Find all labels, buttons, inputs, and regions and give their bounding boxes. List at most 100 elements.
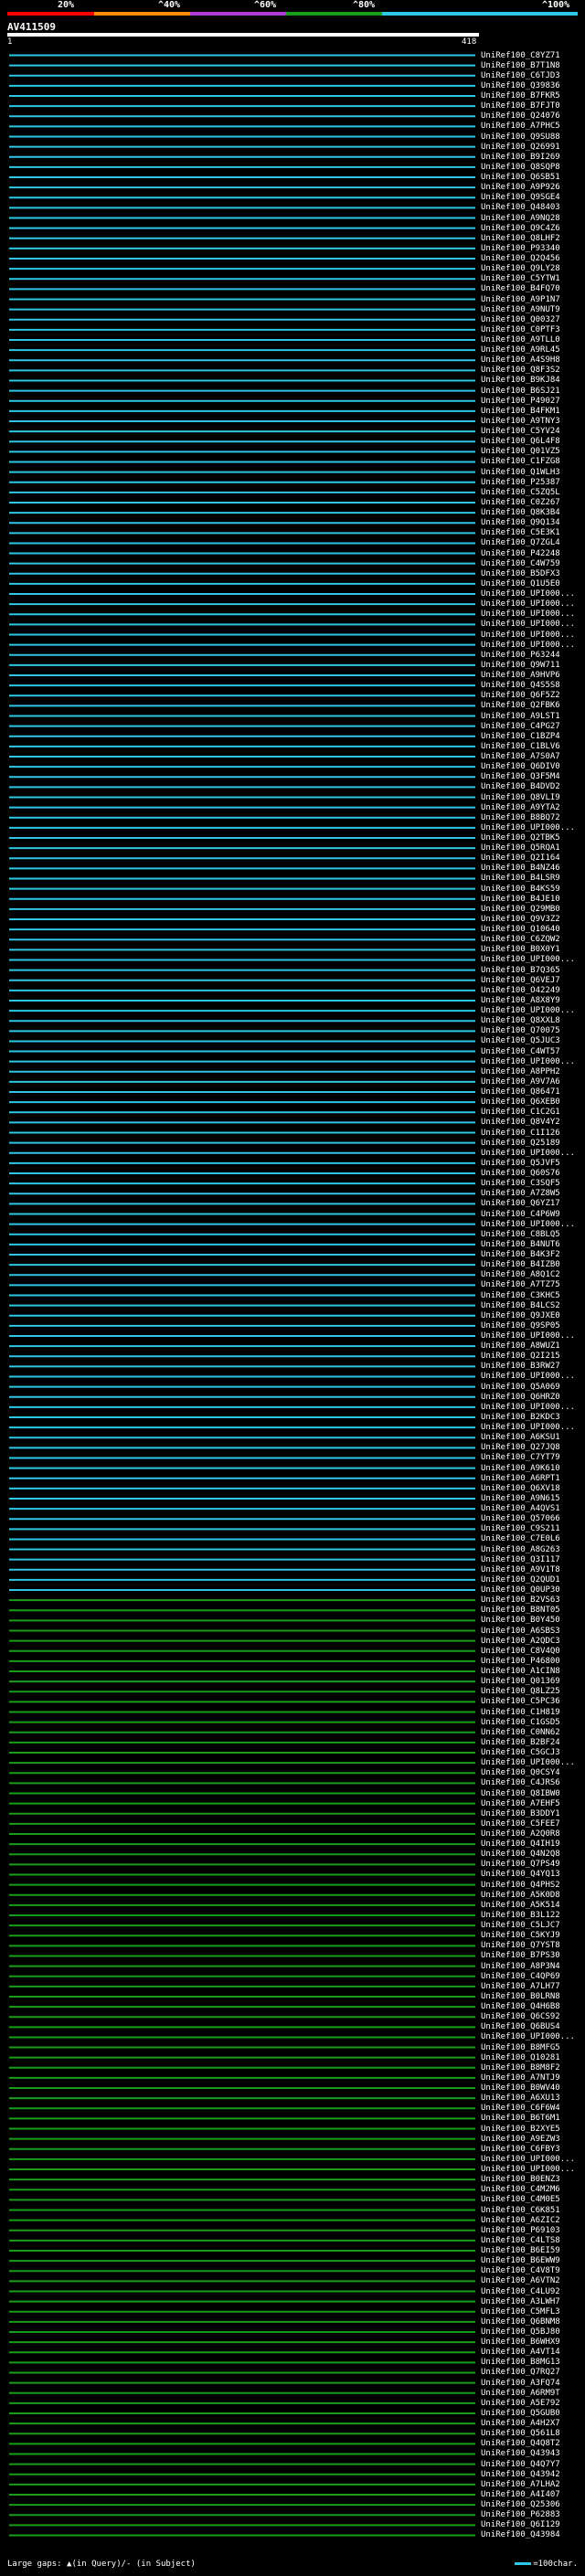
hit-label[interactable]: UniRef100_Q26991 <box>481 143 560 152</box>
hit-label[interactable]: UniRef100_A7Z8W5 <box>481 1189 560 1198</box>
hit-label[interactable]: UniRef100_P49027 <box>481 397 560 406</box>
hit-label[interactable]: UniRef100_Q8VLI9 <box>481 793 560 802</box>
hit-label[interactable]: UniRef100_A5K514 <box>481 1901 560 1910</box>
hit-label[interactable]: UniRef100_Q6HRZ0 <box>481 1393 560 1402</box>
hit-label[interactable]: UniRef100_Q5A069 <box>481 1383 560 1392</box>
hit-label[interactable]: UniRef100_Q3F5M4 <box>481 772 560 781</box>
hit-label[interactable]: UniRef100_UPI000... <box>481 599 575 609</box>
hit-label[interactable]: UniRef100_Q01369 <box>481 1677 560 1686</box>
hit-label[interactable]: UniRef100_Q10640 <box>481 925 560 934</box>
hit-label[interactable]: UniRef100_A3FQ74 <box>481 2379 560 2388</box>
hit-label[interactable]: UniRef100_A9V7A6 <box>481 1077 560 1087</box>
hit-label[interactable]: UniRef100_Q6F5Z2 <box>481 691 560 700</box>
hit-label[interactable]: UniRef100_C5KYJ9 <box>481 1931 560 1940</box>
hit-label[interactable]: UniRef100_C6TJD3 <box>481 71 560 80</box>
hit-label[interactable]: UniRef100_Q2QUD1 <box>481 1575 560 1585</box>
hit-label[interactable]: UniRef100_UPI000... <box>481 1057 575 1066</box>
hit-label[interactable]: UniRef100_C5PC36 <box>481 1697 560 1706</box>
hit-label[interactable]: UniRef100_Q9JXE0 <box>481 1311 560 1320</box>
hit-label[interactable]: UniRef100_B6T6M1 <box>481 2114 560 2123</box>
hit-label[interactable]: UniRef100_B7T1N8 <box>481 61 560 70</box>
hit-label[interactable]: UniRef100_Q8V4Y2 <box>481 1118 560 1127</box>
hit-label[interactable]: UniRef100_Q9W711 <box>481 661 560 670</box>
hit-label[interactable]: UniRef100_P63244 <box>481 651 560 660</box>
hit-label[interactable]: UniRef100_B2XYE5 <box>481 2125 560 2134</box>
hit-label[interactable]: UniRef100_B2BF24 <box>481 1738 560 1747</box>
hit-label[interactable]: UniRef100_UPI000... <box>481 641 575 650</box>
hit-label[interactable]: UniRef100_UPI000... <box>481 2165 575 2174</box>
hit-label[interactable]: UniRef100_Q9C4Z6 <box>481 224 560 233</box>
hit-label[interactable]: UniRef100_C8V4Q0 <box>481 1647 560 1656</box>
hit-label[interactable]: UniRef100_Q7RQ27 <box>481 2368 560 2377</box>
hit-label[interactable]: UniRef100_Q8IBW0 <box>481 1789 560 1798</box>
hit-label[interactable]: UniRef100_Q5RQA1 <box>481 843 560 853</box>
hit-label[interactable]: UniRef100_Q25306 <box>481 2500 560 2509</box>
hit-label[interactable]: UniRef100_Q6SB51 <box>481 173 560 182</box>
hit-label[interactable]: UniRef100_Q1U5E0 <box>481 579 560 588</box>
hit-label[interactable]: UniRef100_UPI000... <box>481 1758 575 1767</box>
hit-label[interactable]: UniRef100_UPI000... <box>481 1331 575 1341</box>
hit-label[interactable]: UniRef100_B4K3F2 <box>481 1250 560 1259</box>
hit-label[interactable]: UniRef100_A7LHA2 <box>481 2480 560 2489</box>
hit-label[interactable]: UniRef100_A6RM9T <box>481 2389 560 2398</box>
hit-label[interactable]: UniRef100_Q9SGE4 <box>481 193 560 202</box>
hit-label[interactable]: UniRef100_Q7YST8 <box>481 1941 560 1950</box>
hit-label[interactable]: UniRef100_A6KSU1 <box>481 1433 560 1442</box>
hit-label[interactable]: UniRef100_Q6BUS4 <box>481 2022 560 2031</box>
hit-label[interactable]: UniRef100_A9P926 <box>481 183 560 192</box>
hit-label[interactable]: UniRef100_C4JRS6 <box>481 1778 560 1787</box>
hit-label[interactable]: UniRef100_A4QVS1 <box>481 1504 560 1513</box>
hit-label[interactable]: UniRef100_Q6YZ17 <box>481 1199 560 1208</box>
hit-label[interactable]: UniRef100_C1H819 <box>481 1708 560 1717</box>
hit-label[interactable]: UniRef100_Q561L8 <box>481 2429 560 2438</box>
hit-label[interactable]: UniRef100_C0NN62 <box>481 1728 560 1737</box>
hit-label[interactable]: UniRef100_A4S9H8 <box>481 355 560 365</box>
hit-label[interactable]: UniRef100_C6F6W4 <box>481 2104 560 2113</box>
hit-label[interactable]: UniRef100_Q25189 <box>481 1139 560 1148</box>
hit-label[interactable]: UniRef100_B9KJ84 <box>481 376 560 385</box>
hit-label[interactable]: UniRef100_Q7PS49 <box>481 1860 560 1869</box>
hit-label[interactable]: UniRef100_Q6L4F8 <box>481 437 560 446</box>
hit-label[interactable]: UniRef100_Q2Q456 <box>481 254 560 263</box>
hit-label[interactable]: UniRef100_Q4Q7Y7 <box>481 2460 560 2469</box>
hit-label[interactable]: UniRef100_B2KDC3 <box>481 1413 560 1422</box>
hit-label[interactable]: UniRef100_Q8K3B4 <box>481 508 560 517</box>
hit-label[interactable]: UniRef100_P42248 <box>481 549 560 558</box>
hit-label[interactable]: UniRef100_A4VT14 <box>481 2348 560 2357</box>
hit-label[interactable]: UniRef100_B3DDY1 <box>481 1809 560 1818</box>
hit-label[interactable]: UniRef100_A9TNY3 <box>481 417 560 426</box>
hit-label[interactable]: UniRef100_Q0CSY4 <box>481 1768 560 1777</box>
hit-label[interactable]: UniRef100_Q10281 <box>481 2053 560 2062</box>
hit-label[interactable]: UniRef100_A7PHC5 <box>481 122 560 131</box>
hit-label[interactable]: UniRef100_Q2FBK6 <box>481 701 560 710</box>
hit-label[interactable]: UniRef100_P93340 <box>481 244 560 253</box>
hit-label[interactable]: UniRef100_Q9Q134 <box>481 518 560 527</box>
hit-label[interactable]: UniRef100_Q43943 <box>481 2449 560 2458</box>
hit-label[interactable]: UniRef100_P46800 <box>481 1657 560 1666</box>
hit-label[interactable]: UniRef100_UPI000... <box>481 2032 575 2041</box>
hit-label[interactable]: UniRef100_B0Y450 <box>481 1616 560 1625</box>
hit-label[interactable]: UniRef100_UPI000... <box>481 1149 575 1158</box>
hit-label[interactable]: UniRef100_Q4H6B8 <box>481 2002 560 2011</box>
hit-label[interactable]: UniRef100_Q24076 <box>481 111 560 121</box>
hit-label[interactable]: UniRef100_A5K0D8 <box>481 1891 560 1900</box>
hit-label[interactable]: UniRef100_A9N615 <box>481 1494 560 1503</box>
hit-label[interactable]: UniRef100_Q9SU88 <box>481 133 560 142</box>
hit-label[interactable]: UniRef100_B8MG13 <box>481 2358 560 2367</box>
hit-label[interactable]: UniRef100_A6XU13 <box>481 2094 560 2103</box>
hit-label[interactable]: UniRef100_A3LWH7 <box>481 2297 560 2306</box>
hit-label[interactable]: UniRef100_A7NTJ9 <box>481 2073 560 2083</box>
hit-label[interactable]: UniRef100_Q4YQ13 <box>481 1870 560 1879</box>
hit-label[interactable]: UniRef100_A6VTN2 <box>481 2276 560 2285</box>
hit-label[interactable]: UniRef100_C4M0E5 <box>481 2195 560 2204</box>
hit-label[interactable]: UniRef100_Q4N2Q8 <box>481 1850 560 1859</box>
hit-label[interactable]: UniRef100_A9HVP6 <box>481 671 560 680</box>
hit-label[interactable]: UniRef100_Q6BNM8 <box>481 2317 560 2327</box>
hit-label[interactable]: UniRef100_Q0UP30 <box>481 1585 560 1595</box>
hit-label[interactable]: UniRef100_Q1WLH3 <box>481 468 560 477</box>
hit-label[interactable]: UniRef100_C1I126 <box>481 1129 560 1138</box>
hit-label[interactable]: UniRef100_Q57066 <box>481 1514 560 1523</box>
hit-label[interactable]: UniRef100_C1BLV6 <box>481 742 560 751</box>
hit-label[interactable]: UniRef100_A7S0A7 <box>481 752 560 761</box>
hit-label[interactable]: UniRef100_Q39836 <box>481 81 560 90</box>
